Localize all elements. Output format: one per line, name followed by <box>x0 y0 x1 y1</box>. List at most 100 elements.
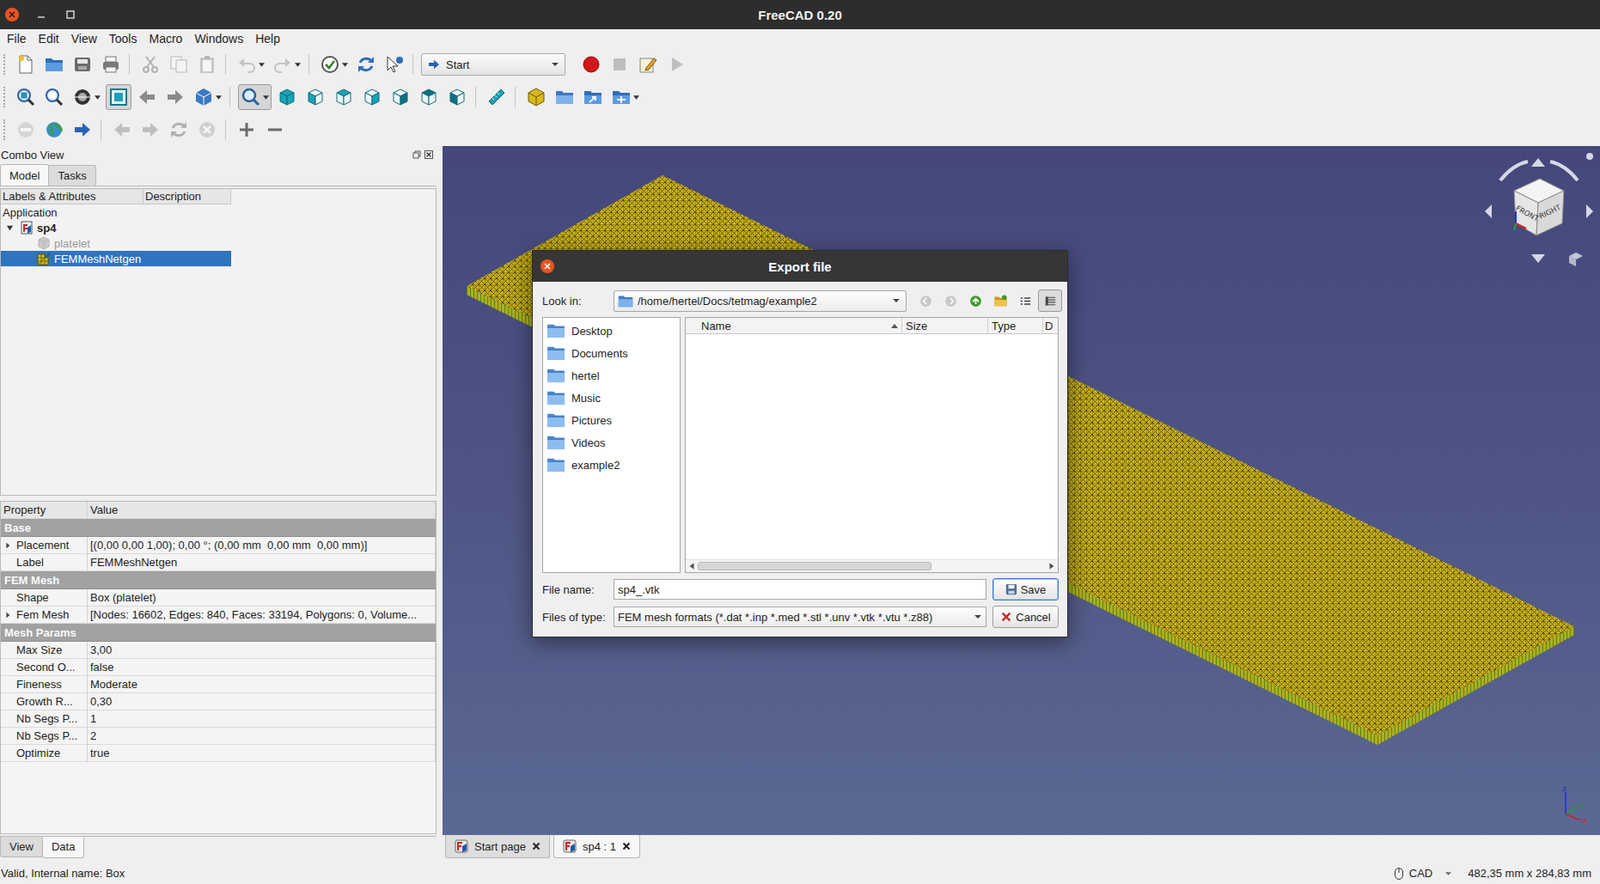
column-header[interactable]: Type <box>988 317 1044 334</box>
toolbar-grip[interactable] <box>3 86 8 108</box>
column-header[interactable]: Value <box>87 501 436 520</box>
column-header[interactable]: Description <box>143 189 232 205</box>
scroll-right-icon[interactable] <box>1045 561 1058 571</box>
menu-item[interactable]: View <box>65 30 104 48</box>
toolbar-button[interactable] <box>69 84 104 110</box>
toolbar-button[interactable] <box>238 84 272 110</box>
place-item[interactable]: Pictures <box>543 409 680 432</box>
view-mode-button[interactable] <box>1038 289 1063 312</box>
toolbar-button[interactable] <box>41 116 68 143</box>
navigation-button[interactable] <box>938 289 963 312</box>
toolbar-button[interactable] <box>580 84 606 110</box>
property-row[interactable]: Nb Segs P...2 <box>0 727 436 746</box>
scroll-thumb[interactable] <box>697 561 932 571</box>
toolbar-button[interactable] <box>444 84 471 110</box>
toolbar-button[interactable] <box>274 84 300 110</box>
look-in-combo[interactable]: /home/hertel/Docs/tetmag/example2 <box>613 290 907 312</box>
toolbar-button[interactable] <box>109 116 135 143</box>
navigation-cube[interactable]: FRONTRIGHT <box>1483 151 1595 272</box>
expand-arrow-icon[interactable] <box>6 224 14 233</box>
toolbar-button[interactable] <box>12 51 39 78</box>
property-row[interactable]: Optimizetrue <box>0 745 436 763</box>
toolbar-grip[interactable] <box>3 119 8 141</box>
expand-arrow-icon[interactable] <box>4 611 12 619</box>
close-tab-icon[interactable] <box>531 842 541 851</box>
place-item[interactable]: hertel <box>543 364 680 387</box>
place-item[interactable]: Videos <box>543 431 680 454</box>
column-header[interactable]: Property <box>0 501 88 520</box>
dropdown-arrow-icon[interactable] <box>341 62 349 68</box>
toolbar-button[interactable] <box>262 116 288 143</box>
close-panel-icon[interactable] <box>424 150 434 159</box>
view-splitter[interactable] <box>436 146 443 863</box>
document-tab[interactable]: sp4 : 1 <box>553 835 641 859</box>
toolbar-button[interactable] <box>134 84 160 110</box>
menu-item[interactable]: File <box>0 30 33 48</box>
float-panel-icon[interactable] <box>412 150 422 159</box>
tree-item[interactable]: Application <box>0 204 232 220</box>
dropdown-arrow-icon[interactable] <box>94 95 101 100</box>
toolbar-button[interactable] <box>137 51 164 78</box>
toolbar-button[interactable] <box>415 84 442 110</box>
toolbar-button[interactable] <box>578 51 605 78</box>
toolbar-grip[interactable] <box>3 54 8 75</box>
toolbar-button[interactable] <box>165 116 192 143</box>
save-button[interactable]: Save <box>992 578 1059 601</box>
place-item[interactable]: Documents <box>543 341 680 365</box>
place-item[interactable]: example2 <box>543 453 680 477</box>
expand-arrow-icon[interactable] <box>4 542 12 550</box>
toolbar-button[interactable] <box>635 51 661 78</box>
close-tab-icon[interactable] <box>622 842 631 851</box>
toolbar-button[interactable] <box>41 51 68 78</box>
dropdown-arrow-icon[interactable] <box>215 95 222 100</box>
toolbar-button[interactable] <box>269 51 304 78</box>
tab[interactable]: Model <box>0 164 49 186</box>
tree-item[interactable]: FEMMeshNetgen <box>0 250 232 267</box>
view-mode-button[interactable] <box>1013 289 1038 312</box>
workbench-selector[interactable]: Start <box>421 53 566 76</box>
toolbar-button[interactable] <box>663 51 690 78</box>
menu-item[interactable]: Help <box>249 30 287 48</box>
tree-item[interactable]: platelet <box>0 235 232 251</box>
minimize-icon[interactable] <box>33 6 49 23</box>
cancel-button[interactable]: Cancel <box>992 605 1059 629</box>
toolbar-button[interactable] <box>165 51 192 78</box>
file-name-field[interactable]: sp4_.vtk <box>613 579 987 600</box>
toolbar-button[interactable] <box>190 84 225 110</box>
place-item[interactable]: Desktop <box>543 319 680 342</box>
close-dialog-icon[interactable] <box>539 258 556 275</box>
toolbar-button[interactable] <box>69 116 96 143</box>
tab[interactable]: View <box>0 836 43 858</box>
property-row[interactable]: ShapeBox (platelet) <box>0 589 436 607</box>
tab[interactable]: Data <box>42 836 85 859</box>
scroll-left-icon[interactable] <box>685 561 698 571</box>
menu-item[interactable]: Edit <box>32 30 66 48</box>
toolbar-button[interactable] <box>387 84 414 110</box>
menu-item[interactable]: Windows <box>188 30 250 48</box>
property-row[interactable]: LabelFEMMeshNetgen <box>0 554 436 572</box>
toolbar-button[interactable] <box>353 51 379 78</box>
tree-item[interactable]: sp4 <box>0 219 232 236</box>
property-row[interactable]: Second O...false <box>0 659 436 677</box>
toolbar-button[interactable] <box>606 51 633 78</box>
menu-item[interactable]: Tools <box>103 30 144 48</box>
column-header[interactable]: Name <box>685 317 903 334</box>
navigation-button[interactable] <box>913 289 938 312</box>
place-item[interactable]: Music <box>543 386 680 410</box>
navigation-button[interactable] <box>963 289 988 312</box>
toolbar-button[interactable] <box>12 116 39 143</box>
property-row[interactable]: Fem Mesh[Nodes: 16602, Edges: 840, Faces… <box>0 606 436 624</box>
dropdown-arrow-icon[interactable] <box>294 62 301 68</box>
property-row[interactable]: FinenessModerate <box>0 676 436 694</box>
dropdown-arrow-icon[interactable] <box>258 62 265 68</box>
property-row[interactable]: Growth R...0,30 <box>0 693 436 711</box>
toolbar-button[interactable] <box>41 84 68 110</box>
toolbar-button[interactable] <box>69 51 96 78</box>
column-header[interactable]: D <box>1043 317 1058 334</box>
property-row[interactable]: Nb Segs P...1 <box>0 710 436 728</box>
toolbar-button[interactable] <box>551 84 578 110</box>
toolbar-button[interactable] <box>162 84 189 110</box>
toolbar-button[interactable] <box>233 51 268 78</box>
toolbar-button[interactable] <box>105 84 132 110</box>
toolbar-button[interactable] <box>12 84 39 110</box>
